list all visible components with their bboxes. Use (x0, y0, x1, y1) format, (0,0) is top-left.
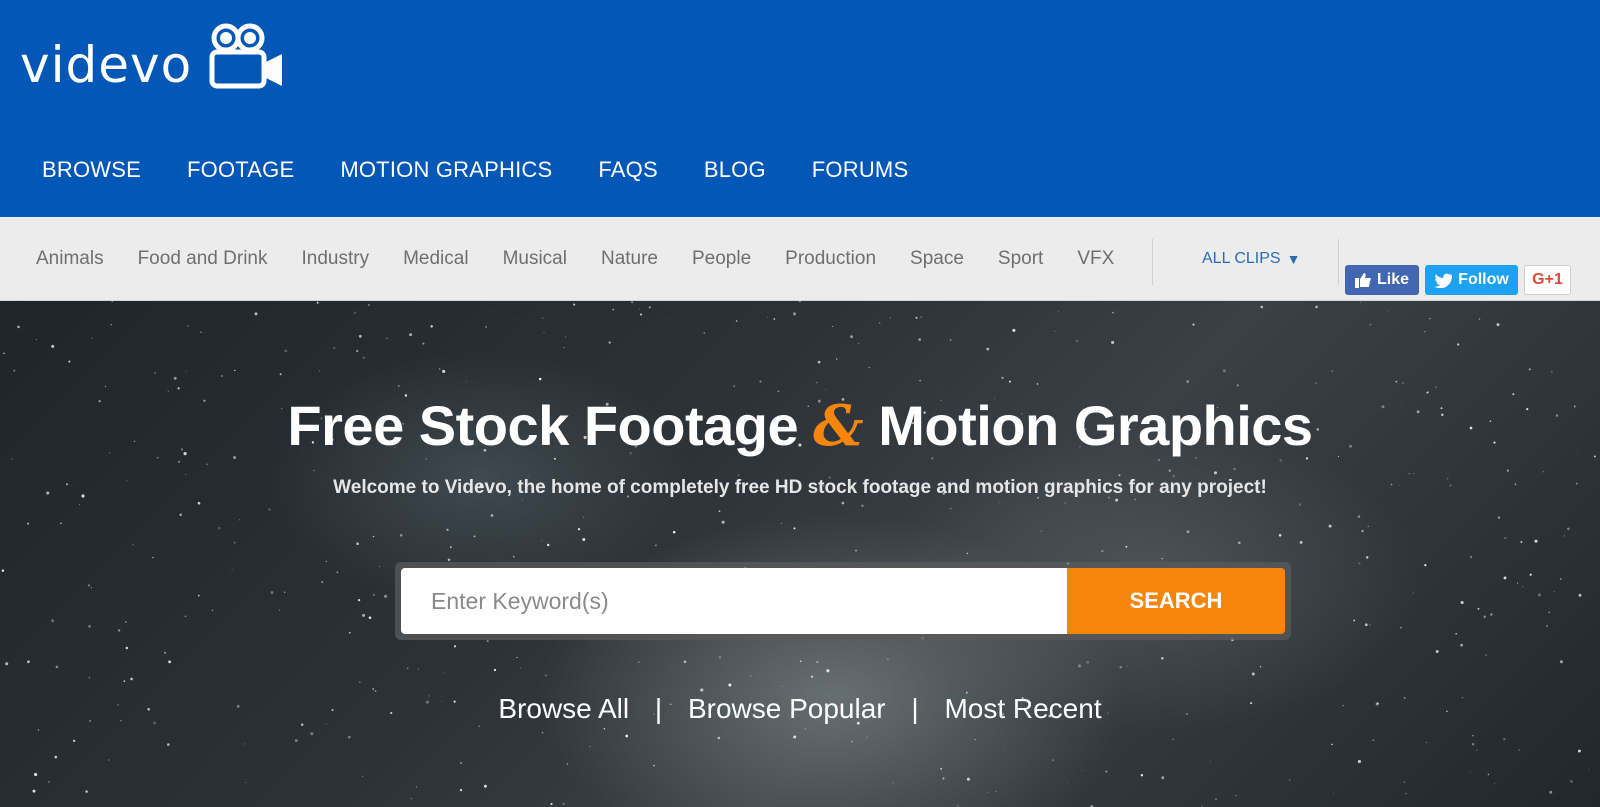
thumbs-up-icon (1354, 272, 1371, 288)
hero-title-part1: Free Stock Footage (287, 394, 799, 457)
starfield-background (1, 301, 1596, 807)
nav-footage[interactable]: FOOTAGE (187, 150, 294, 190)
category-production[interactable]: Production (785, 248, 876, 270)
category-animals[interactable]: Animals (36, 248, 104, 270)
category-medical[interactable]: Medical (403, 248, 468, 270)
category-musical[interactable]: Musical (503, 248, 567, 270)
separator: | (911, 693, 919, 724)
separator: | (654, 693, 663, 724)
category-vfx[interactable]: VFX (1077, 248, 1114, 270)
category-space[interactable]: Space (910, 248, 964, 270)
camera-icon (209, 23, 283, 89)
most-recent-link[interactable]: Most Recent (944, 693, 1101, 724)
all-clips-dropdown[interactable]: ALL CLIPS ▼ (1202, 217, 1300, 300)
category-people[interactable]: People (692, 248, 751, 270)
search-input[interactable] (401, 568, 1067, 634)
category-sport[interactable]: Sport (998, 248, 1043, 270)
category-nature[interactable]: Nature (601, 248, 658, 270)
main-nav: BROWSE FOOTAGE MOTION GRAPHICS FAQS BLOG… (42, 150, 954, 190)
twitter-bird-icon (1434, 273, 1453, 288)
browse-links: Browse All | Browse Popular | Most Recen… (0, 693, 1600, 725)
nav-browse[interactable]: BROWSE (42, 150, 141, 190)
category-food-and-drink[interactable]: Food and Drink (138, 248, 268, 270)
category-list: Animals Food and Drink Industry Medical … (36, 217, 1114, 300)
divider (1338, 239, 1339, 285)
search-bar: SEARCH (395, 562, 1291, 640)
all-clips-label: ALL CLIPS (1202, 249, 1281, 267)
facebook-like-button[interactable]: Like (1345, 265, 1419, 295)
search-button[interactable]: SEARCH (1067, 568, 1285, 634)
hero-subtitle: Welcome to Videvo, the home of completel… (333, 477, 1267, 498)
like-label: Like (1376, 271, 1409, 288)
twitter-follow-button[interactable]: Follow (1425, 265, 1518, 295)
logo[interactable]: videvo (20, 22, 286, 92)
browse-popular-link[interactable]: Browse Popular (688, 693, 886, 724)
nav-blog[interactable]: BLOG (704, 150, 766, 190)
divider (1152, 239, 1153, 285)
google-plus-button[interactable]: G+1 (1524, 265, 1571, 295)
category-industry[interactable]: Industry (301, 248, 369, 270)
follow-label: Follow (1458, 271, 1509, 288)
logo-text: videvo (20, 36, 193, 94)
browse-all-link[interactable]: Browse All (498, 693, 629, 724)
hero-title-ampersand: & (813, 393, 864, 459)
site-header: videvo BROWSE FOOTAGE MOTION GRAPHICS FA… (0, 0, 1600, 217)
caret-down-icon: ▼ (1286, 250, 1301, 267)
nav-forums[interactable]: FORUMS (812, 150, 909, 190)
hero-title-part2: Motion Graphics (878, 394, 1313, 457)
nav-faqs[interactable]: FAQS (598, 150, 658, 190)
hero-section: Free Stock Footage & Motion Graphics Wel… (0, 301, 1600, 807)
hero-title: Free Stock Footage & Motion Graphics (0, 393, 1600, 459)
nav-motion-graphics[interactable]: MOTION GRAPHICS (340, 150, 552, 190)
